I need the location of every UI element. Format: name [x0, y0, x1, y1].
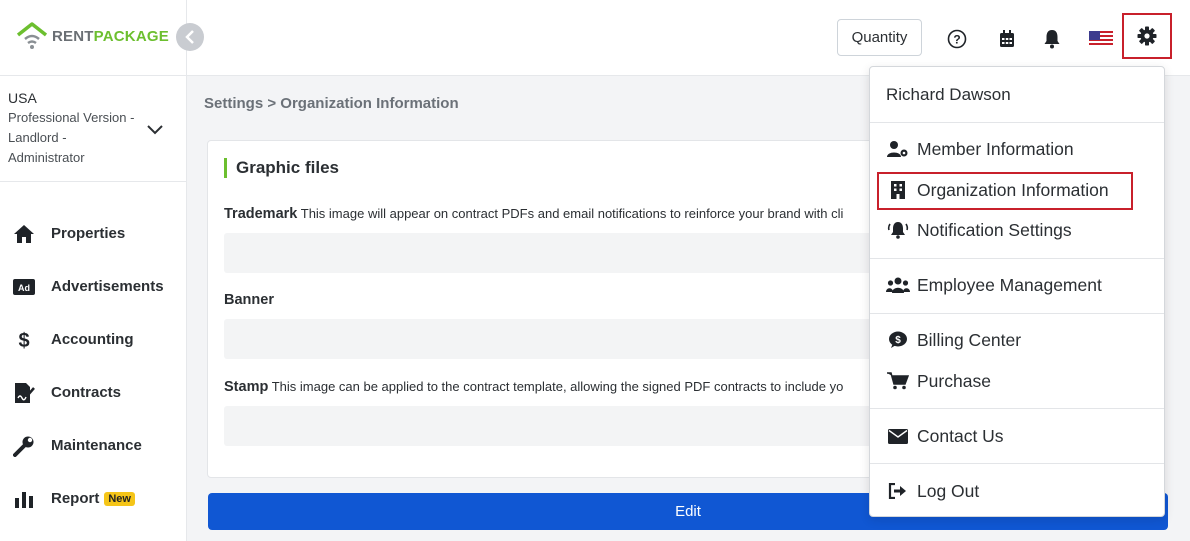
sidebar-nav: Properties Ad Advertisements $ Accountin… [0, 207, 187, 525]
logout-icon [886, 483, 910, 499]
menu-item-notification-settings[interactable]: Notification Settings [886, 215, 1072, 245]
menu-item-organization-information[interactable]: Organization Information [886, 175, 1109, 205]
bell-ring-icon [886, 221, 910, 239]
stamp-label: Stamp [224, 379, 269, 395]
menu-item-label: Organization Information [917, 179, 1109, 200]
svg-text:Ad: Ad [18, 283, 30, 293]
menu-item-log-out[interactable]: Log Out [886, 476, 979, 506]
settings-button[interactable] [1122, 13, 1172, 59]
top-header: Quantity ? [187, 0, 1190, 76]
dollar-icon: $ [12, 328, 36, 352]
bar-chart-icon [12, 487, 36, 511]
account-switcher[interactable]: USA Professional Version - Landlord - Ad… [0, 75, 187, 182]
chevron-down-icon[interactable] [147, 122, 163, 140]
menu-item-label: Employee Management [917, 274, 1102, 295]
trademark-upload[interactable] [224, 233, 884, 273]
sidebar-item-report[interactable]: Report New [0, 472, 187, 525]
sidebar-item-advertisements[interactable]: Ad Advertisements [0, 260, 187, 313]
dropdown-divider [870, 122, 1164, 123]
calendar-icon[interactable] [994, 24, 1020, 54]
trademark-label: Trademark [224, 206, 298, 222]
menu-item-billing-center[interactable]: $ Billing Center [886, 325, 1021, 355]
sidebar-item-label: Contracts [51, 384, 122, 401]
building-icon [886, 181, 910, 199]
menu-item-label: Notification Settings [917, 219, 1072, 240]
sidebar: RENTPACKAGE USA Professional Version - L… [0, 0, 187, 541]
logo-icon [16, 22, 48, 49]
account-country: USA [8, 90, 37, 106]
menu-item-label: Contact Us [917, 425, 1004, 446]
breadcrumb: Settings > Organization Information [204, 95, 459, 112]
cart-icon [886, 372, 910, 390]
svg-text:$: $ [895, 335, 901, 346]
svg-text:?: ? [953, 33, 960, 47]
trademark-label-row: Trademark This image will appear on cont… [224, 206, 884, 222]
logo-text-rent: RENT [52, 27, 94, 45]
sidebar-item-label: Advertisements [51, 278, 164, 295]
users-icon [886, 277, 910, 293]
logo[interactable]: RENTPACKAGE [16, 22, 169, 50]
menu-item-label: Log Out [917, 480, 980, 501]
logo-text-package: PACKAGE [93, 27, 169, 45]
user-gear-icon [886, 140, 910, 158]
menu-item-member-information[interactable]: Member Information [886, 134, 1074, 164]
banner-label-row: Banner [224, 292, 884, 308]
menu-item-contact-us[interactable]: Contact Us [886, 421, 1004, 451]
gear-icon [1137, 26, 1157, 46]
new-badge: New [104, 491, 135, 506]
banner-label: Banner [224, 292, 274, 308]
settings-dropdown: Richard Dawson Member Information Organi… [869, 66, 1165, 517]
dollar-bubble-icon: $ [886, 331, 910, 349]
sidebar-item-contracts[interactable]: Contracts [0, 366, 187, 419]
dropdown-divider [870, 463, 1164, 464]
stamp-description: This image can be applied to the contrac… [271, 379, 844, 394]
banner-upload[interactable] [224, 319, 884, 359]
sidebar-item-label: Report [51, 490, 100, 507]
sidebar-item-label: Maintenance [51, 437, 142, 454]
menu-item-label: Billing Center [917, 329, 1022, 350]
sidebar-item-label: Properties [51, 225, 126, 242]
contract-icon [12, 381, 36, 405]
chevron-left-icon [185, 30, 194, 44]
menu-item-label: Purchase [917, 370, 991, 391]
svg-text:$: $ [18, 330, 29, 351]
menu-item-employee-management[interactable]: Employee Management [886, 270, 1102, 300]
dropdown-user-name: Richard Dawson [886, 85, 1011, 104]
sidebar-item-accounting[interactable]: $ Accounting [0, 313, 187, 366]
breadcrumb-root[interactable]: Settings [204, 95, 263, 112]
dropdown-divider [870, 408, 1164, 409]
bell-icon[interactable] [1039, 24, 1065, 54]
sidebar-item-label: Accounting [51, 331, 134, 348]
graphic-files-card: Graphic files Trademark This image will … [207, 140, 907, 478]
card-title: Graphic files [224, 158, 339, 178]
home-icon [12, 222, 36, 246]
stamp-upload[interactable] [224, 406, 884, 446]
help-icon[interactable]: ? [944, 24, 970, 54]
breadcrumb-separator: > [267, 95, 277, 112]
us-flag-icon[interactable] [1088, 24, 1114, 54]
breadcrumb-current: Organization Information [280, 95, 459, 112]
sidebar-item-properties[interactable]: Properties [0, 207, 187, 260]
quantity-button[interactable]: Quantity [837, 19, 922, 56]
account-role: Professional Version - Landlord - Admini… [8, 110, 135, 165]
menu-item-label: Member Information [917, 138, 1074, 159]
trademark-description: This image will appear on contract PDFs … [300, 206, 844, 221]
dropdown-divider [870, 258, 1164, 259]
wrench-icon [12, 434, 36, 458]
dropdown-divider [870, 313, 1164, 314]
ad-icon: Ad [12, 275, 36, 299]
collapse-sidebar-button[interactable] [176, 23, 204, 51]
stamp-label-row: Stamp This image can be applied to the c… [224, 379, 884, 395]
envelope-icon [886, 428, 910, 444]
sidebar-item-maintenance[interactable]: Maintenance [0, 419, 187, 472]
menu-item-purchase[interactable]: Purchase [886, 366, 991, 396]
